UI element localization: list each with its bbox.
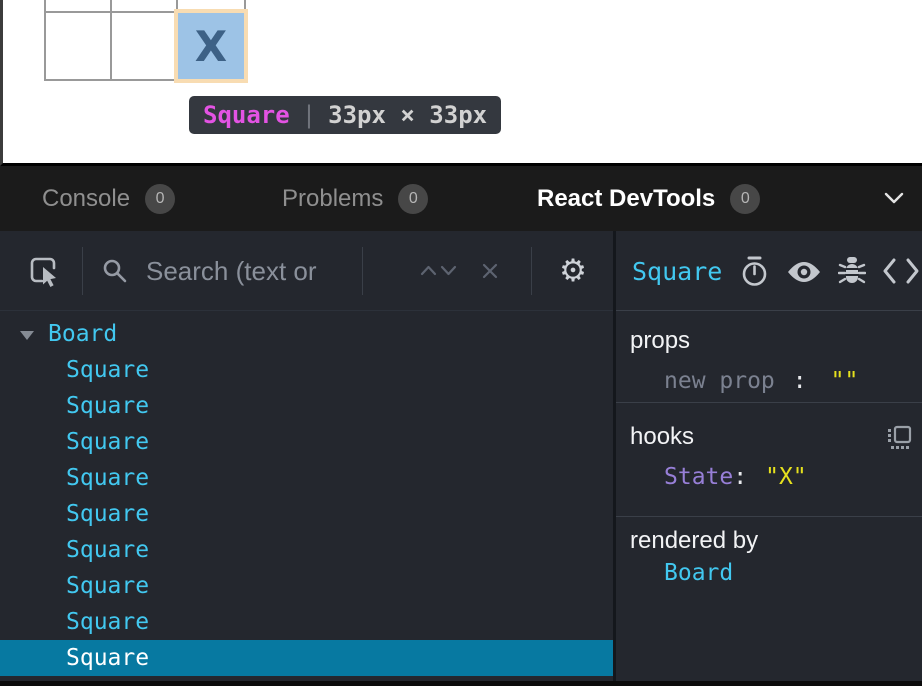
component-label: Square bbox=[66, 609, 149, 635]
board-cell[interactable] bbox=[112, 0, 178, 13]
bug-icon[interactable] bbox=[838, 255, 866, 287]
component-label: Board bbox=[48, 321, 117, 347]
tictactoe-board: X bbox=[44, 0, 246, 81]
tree-row-square[interactable]: Square bbox=[0, 388, 613, 424]
component-label: Square bbox=[66, 573, 149, 599]
tooltip-component-name: Square bbox=[203, 101, 290, 129]
gear-icon[interactable]: ⚙ bbox=[556, 253, 590, 289]
tab-console[interactable]: Console 0 bbox=[42, 166, 175, 231]
component-label: Square bbox=[66, 645, 149, 671]
profiler-stopwatch-icon[interactable] bbox=[740, 255, 770, 288]
colon: : bbox=[793, 368, 807, 394]
component-label: Square bbox=[66, 429, 149, 455]
props-section: props new prop: "" bbox=[616, 311, 922, 403]
tab-react-devtools[interactable]: React DevTools 0 bbox=[537, 166, 760, 231]
tree-row-board[interactable]: Board bbox=[0, 316, 613, 352]
component-label: Square bbox=[66, 393, 149, 419]
tooltip-separator: | bbox=[302, 101, 316, 129]
board-cell[interactable] bbox=[46, 0, 112, 13]
tab-badge: 0 bbox=[398, 184, 428, 214]
inspect-highlight: X bbox=[178, 13, 244, 79]
view-source-code-icon[interactable] bbox=[882, 256, 920, 286]
search-icon bbox=[102, 258, 129, 285]
page-viewport: X Square | 33px × 33px bbox=[0, 0, 922, 166]
toolbar-divider bbox=[362, 247, 363, 295]
prop-row[interactable]: new prop: "" bbox=[630, 367, 908, 395]
board-cell[interactable] bbox=[178, 0, 244, 13]
component-label: Square bbox=[66, 357, 149, 383]
chevron-up-icon[interactable] bbox=[420, 265, 437, 276]
rendered-by-section: rendered by Board bbox=[616, 517, 922, 681]
colon: : bbox=[733, 464, 747, 490]
bottom-edge bbox=[0, 681, 922, 686]
prop-value[interactable]: "" bbox=[831, 368, 859, 394]
board-cell-inspected[interactable]: X bbox=[178, 13, 244, 79]
component-label: Square bbox=[66, 465, 149, 491]
section-title: props bbox=[630, 327, 908, 355]
expand-arrow-icon[interactable] bbox=[20, 331, 34, 340]
tree-row-square[interactable]: Square bbox=[0, 568, 613, 604]
tree-row-square[interactable]: Square bbox=[0, 604, 613, 640]
section-title: hooks bbox=[630, 423, 908, 451]
toolbar-divider bbox=[531, 247, 532, 295]
components-toolbar: ⚙ bbox=[0, 231, 613, 311]
close-icon[interactable] bbox=[481, 262, 499, 280]
component-tree: Board Square Square Square Square Square… bbox=[0, 311, 613, 681]
devtools-window: X Square | 33px × 33px Console 0 Problem… bbox=[0, 0, 922, 686]
inspect-element-icon[interactable] bbox=[28, 254, 62, 288]
prop-key[interactable]: new prop bbox=[664, 368, 775, 394]
parse-hook-names-icon[interactable] bbox=[887, 425, 912, 450]
devtools-tabbar: Console 0 Problems 0 React DevTools 0 bbox=[0, 166, 922, 231]
details-toolbar: Square bbox=[616, 231, 922, 311]
inspect-tooltip: Square | 33px × 33px bbox=[189, 96, 501, 134]
hook-row[interactable]: State: "X" bbox=[630, 463, 908, 491]
tab-label: React DevTools bbox=[537, 185, 715, 213]
tree-row-square-selected[interactable]: Square bbox=[0, 640, 613, 676]
hook-key: State bbox=[664, 464, 733, 490]
hooks-section: hooks State: "X" bbox=[616, 403, 922, 517]
tree-row-square[interactable]: Square bbox=[0, 532, 613, 568]
section-title: rendered by bbox=[630, 527, 908, 555]
chevron-down-icon[interactable] bbox=[884, 192, 904, 205]
component-label: Square bbox=[66, 501, 149, 527]
tree-row-square[interactable]: Square bbox=[0, 496, 613, 532]
tree-row-square[interactable]: Square bbox=[0, 460, 613, 496]
eye-icon[interactable] bbox=[786, 260, 822, 284]
search-input[interactable] bbox=[146, 253, 354, 289]
rendered-by-link[interactable]: Board bbox=[630, 559, 908, 587]
board-cell[interactable] bbox=[46, 13, 112, 79]
toolbar-divider bbox=[82, 247, 83, 295]
tab-badge: 0 bbox=[145, 184, 175, 214]
tab-label: Problems bbox=[282, 185, 383, 213]
hook-value[interactable]: "X" bbox=[765, 464, 807, 490]
component-label: Square bbox=[66, 537, 149, 563]
tab-problems[interactable]: Problems 0 bbox=[282, 166, 428, 231]
tab-label: Console bbox=[42, 185, 130, 213]
tree-row-square[interactable]: Square bbox=[0, 352, 613, 388]
chevron-down-icon[interactable] bbox=[440, 265, 457, 276]
board-cell[interactable] bbox=[112, 13, 178, 79]
tooltip-dimensions: 33px × 33px bbox=[328, 101, 487, 129]
tab-badge: 0 bbox=[730, 184, 760, 214]
tree-row-square[interactable]: Square bbox=[0, 424, 613, 460]
selected-component-name: Square bbox=[632, 257, 722, 286]
